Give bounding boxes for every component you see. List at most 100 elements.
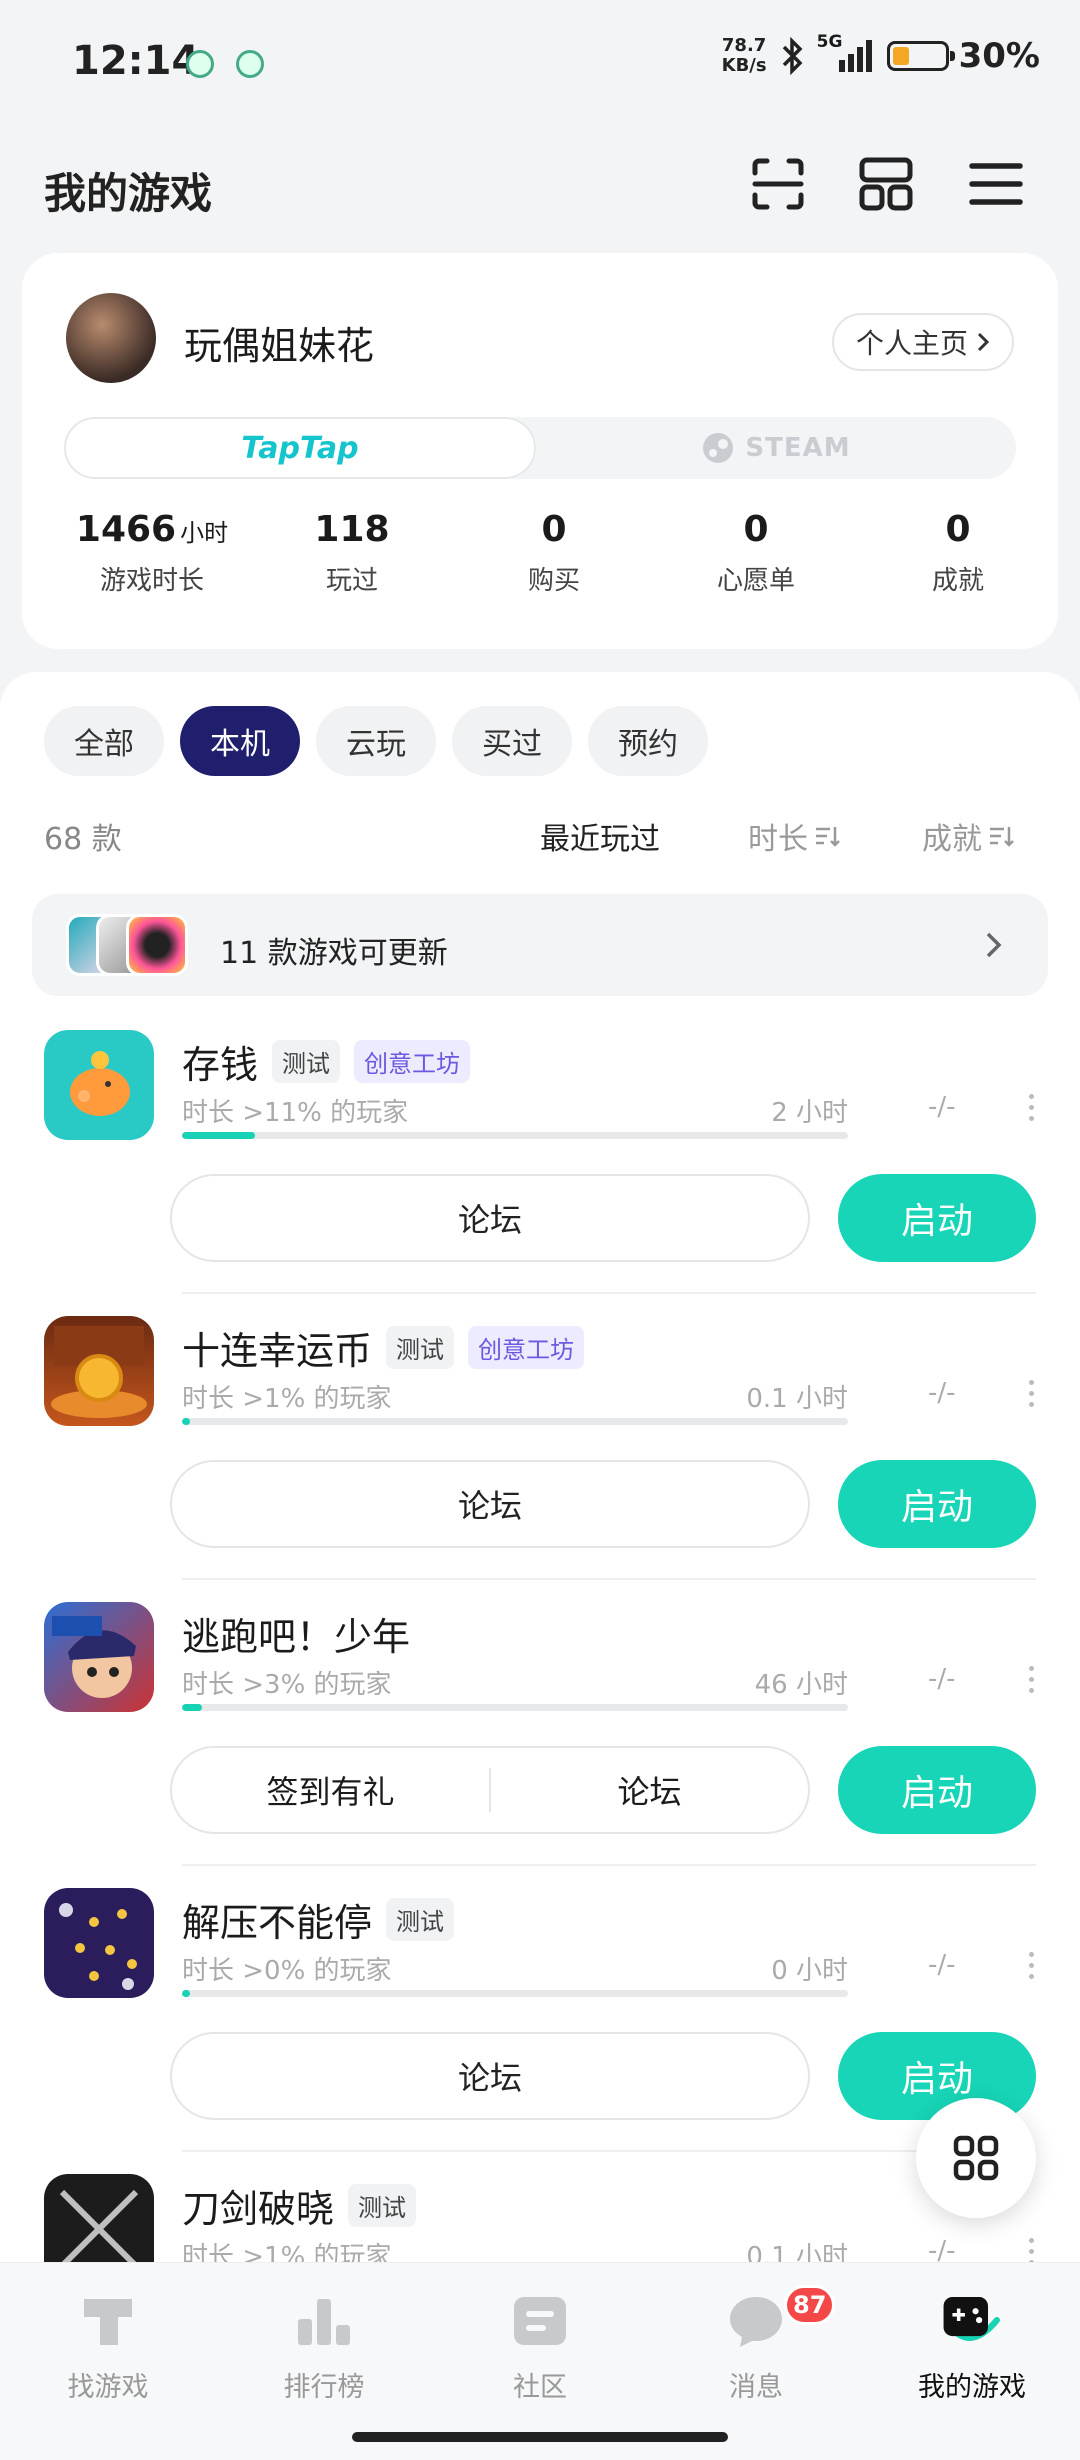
update-game-icon (126, 914, 188, 976)
game-icon-sword[interactable] (44, 2174, 154, 2262)
divider (182, 1864, 1036, 1866)
game-icon-piggy[interactable] (44, 1030, 154, 1140)
more-options-icon[interactable] (1026, 1380, 1036, 1407)
playtime-percentile: 时长 >11% 的玩家 (182, 1098, 409, 1128)
community-icon (508, 2289, 572, 2353)
game-row: 逃跑吧！少年 时长 >3% 的玩家 46 小时 -/- 签到有礼 论坛 启动 (0, 1602, 1080, 1888)
launch-button[interactable]: 启动 (838, 1460, 1036, 1548)
filter-chip-all[interactable]: 全部 (44, 706, 164, 776)
game-icon-decompress[interactable] (44, 1888, 154, 1998)
profile-home-button[interactable]: 个人主页 (831, 313, 1014, 371)
nav-community[interactable]: 社区 (440, 2289, 640, 2404)
stat-playtime[interactable]: 1466 小时 游戏时长 (52, 509, 252, 597)
scan-icon[interactable] (746, 152, 810, 216)
filter-chip-cloud[interactable]: 云玩 (316, 706, 436, 776)
forum-button[interactable]: 论坛 (170, 1460, 810, 1548)
tag-test: 测试 (386, 1326, 455, 1369)
game-title[interactable]: 存钱 (182, 1034, 258, 1089)
nav-messages[interactable]: 87 消息 (656, 2285, 856, 2404)
game-row: 刀剑破晓 测试 时长 >1% 的玩家 0.1 小时 -/- (0, 2174, 1080, 2262)
launch-button[interactable]: 启动 (838, 1746, 1036, 1834)
playtime-hours: 0.1 小时 (746, 1384, 848, 1414)
game-title-row: 存钱 测试 创意工坊 (182, 1034, 471, 1089)
nav-find-games[interactable]: 找游戏 (8, 2289, 208, 2404)
filter-chip-reserved[interactable]: 预约 (588, 706, 708, 776)
sort-icon (990, 827, 1014, 847)
steam-icon (703, 433, 734, 463)
playtime-progress-fill (182, 1418, 190, 1425)
checkin-gift-button[interactable]: 签到有礼 (172, 1767, 489, 1813)
filter-chip-bought[interactable]: 买过 (452, 706, 572, 776)
playtime-hours: 46 小时 (754, 1670, 848, 1700)
achievement-count: -/- (928, 1092, 956, 1122)
signal-icon: 5G (817, 32, 877, 76)
tag-test: 测试 (272, 1040, 341, 1083)
sort-playtime[interactable]: 时长 (748, 814, 840, 858)
platform-taptap-tab[interactable]: TapTap (64, 417, 536, 479)
divider (182, 1292, 1036, 1294)
more-options-icon[interactable] (1026, 2238, 1036, 2262)
taptap-icon (76, 2289, 140, 2353)
bottom-nav: 找游戏 排行榜 社区 87 消息 我的游戏 (0, 2262, 1080, 2460)
stat-achievements[interactable]: 0 成就 (858, 509, 1058, 597)
tag-workshop: 创意工坊 (354, 1040, 471, 1083)
forum-button[interactable]: 论坛 (170, 2032, 810, 2120)
playtime-progress-fill (182, 1704, 202, 1711)
game-title-row: 解压不能停 测试 (182, 1892, 455, 1947)
sort-recent[interactable]: 最近玩过 (540, 814, 660, 858)
battery-percent: 30% (958, 36, 1040, 76)
game-icon-escape[interactable] (44, 1602, 154, 1712)
battery-icon (886, 41, 955, 71)
stat-purchased[interactable]: 0 购买 (454, 509, 654, 597)
more-options-icon[interactable] (1026, 1952, 1036, 1979)
playtime-progress (182, 1704, 848, 1711)
nav-rankings[interactable]: 排行榜 (224, 2289, 424, 2404)
ranking-icon (292, 2289, 356, 2353)
update-text: 11 款游戏可更新 (220, 936, 448, 971)
tag-test: 测试 (386, 1898, 455, 1941)
playtime-percentile: 时长 >1% 的玩家 (182, 2242, 392, 2262)
game-title-row: 刀剑破晓 测试 (182, 2178, 417, 2233)
game-row: 十连幸运币 测试 创意工坊 时长 >1% 的玩家 0.1 小时 -/- 论坛 启… (0, 1316, 1080, 1602)
game-title[interactable]: 逃跑吧！少年 (182, 1606, 410, 1661)
game-row: 解压不能停 测试 时长 >0% 的玩家 0 小时 -/- 论坛 启动 (0, 1888, 1080, 2174)
floating-grid-button[interactable] (916, 2098, 1036, 2218)
playtime-progress-fill (182, 1132, 256, 1139)
filter-chip-local[interactable]: 本机 (180, 706, 300, 776)
chevron-right-icon (986, 932, 1002, 958)
playtime-percentile: 时长 >3% 的玩家 (182, 1670, 392, 1700)
game-row: 存钱 测试 创意工坊 时长 >11% 的玩家 2 小时 -/- 论坛 启动 (0, 1030, 1080, 1316)
game-title[interactable]: 十连幸运币 (182, 1320, 372, 1375)
launch-button[interactable]: 启动 (838, 1174, 1036, 1262)
platform-toggle: TapTap STEAM (64, 417, 1016, 479)
sort-achievement[interactable]: 成就 (922, 814, 1014, 858)
battery-level (892, 47, 910, 65)
more-options-icon[interactable] (1026, 1094, 1036, 1121)
nav-my-games[interactable]: 我的游戏 (872, 2289, 1072, 2404)
forum-button[interactable]: 论坛 (170, 1174, 810, 1262)
chevron-right-icon (977, 332, 990, 352)
platform-steam-tab[interactable]: STEAM (536, 417, 1016, 479)
layout-icon[interactable] (854, 152, 918, 216)
bluetooth-icon (782, 36, 803, 76)
playtime-percentile: 时长 >0% 的玩家 (182, 1956, 392, 1986)
playtime-progress (182, 1418, 848, 1425)
stat-played[interactable]: 118 玩过 (252, 509, 452, 597)
game-title[interactable]: 解压不能停 (182, 1892, 372, 1947)
message-icon (724, 2289, 788, 2353)
update-banner[interactable]: 11 款游戏可更新 (32, 894, 1048, 996)
achievement-count: -/- (928, 1378, 956, 1408)
home-indicator[interactable] (352, 2432, 728, 2442)
game-title[interactable]: 刀剑破晓 (182, 2178, 334, 2233)
stat-wishlist[interactable]: 0 心愿单 (656, 509, 856, 597)
menu-icon[interactable] (964, 152, 1028, 216)
avatar[interactable] (66, 293, 156, 383)
game-icon-coin[interactable] (44, 1316, 154, 1426)
game-count: 68 款 (44, 822, 122, 857)
more-options-icon[interactable] (1026, 1666, 1036, 1693)
game-title-row: 十连幸运币 测试 创意工坊 (182, 1320, 585, 1375)
forum-button[interactable]: 论坛 (491, 1767, 808, 1813)
notification-app-icon (186, 50, 214, 78)
action-button-group: 签到有礼 论坛 (170, 1746, 810, 1834)
playtime-hours: 2 小时 (771, 1098, 848, 1128)
